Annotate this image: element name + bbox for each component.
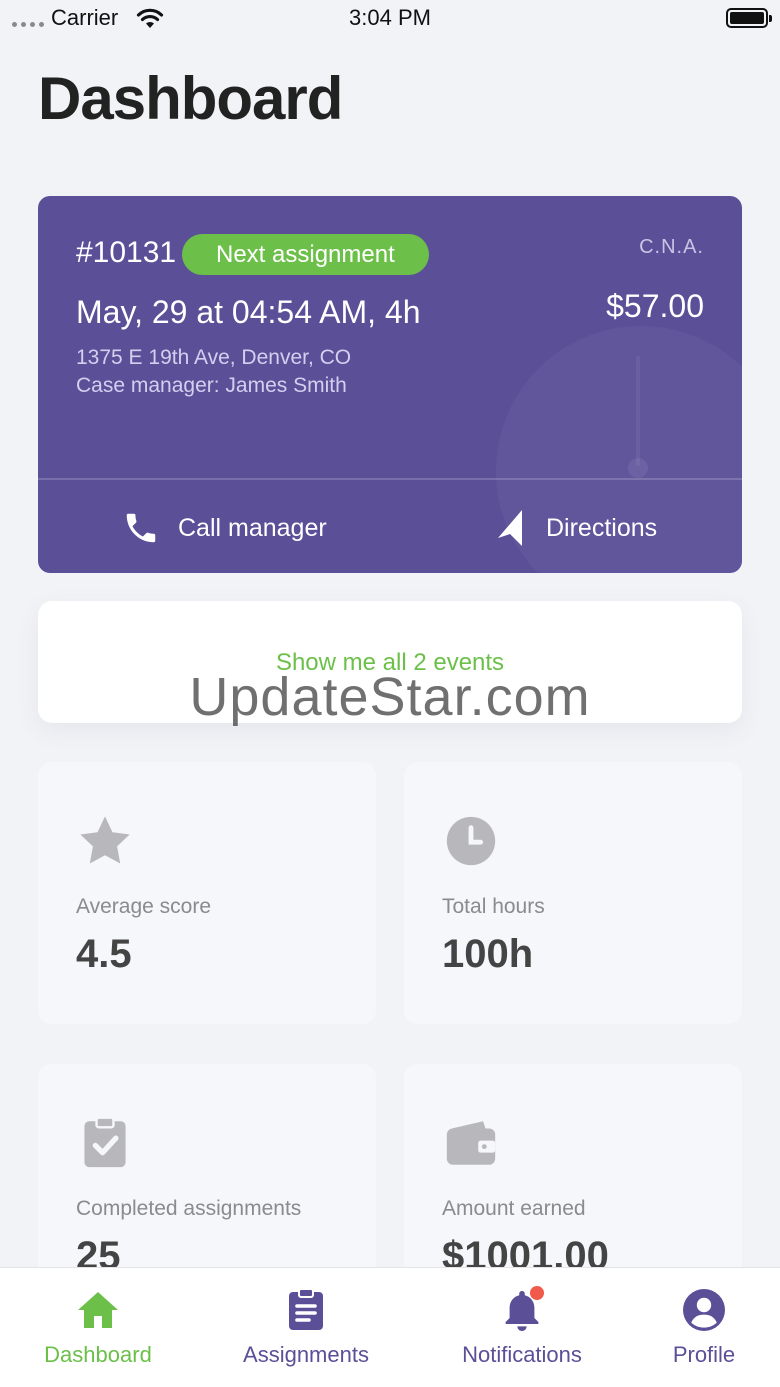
call-manager-label: Call manager [178, 513, 327, 542]
show-all-events-link[interactable]: Show me all 2 events [38, 649, 742, 677]
tab-label: Dashboard [44, 1342, 152, 1367]
next-assignment-badge: Next assignment [182, 234, 429, 275]
tab-dashboard[interactable]: Dashboard [28, 1286, 168, 1368]
events-card: Show me all 2 events [38, 601, 742, 723]
status-time: 3:04 PM [349, 5, 431, 30]
user-icon [683, 1289, 725, 1331]
stat-label: Amount earned [442, 1197, 586, 1220]
status-bar: Carrier 3:04 PM [0, 0, 780, 40]
tab-notifications[interactable]: Notifications [442, 1286, 602, 1368]
navigation-arrow-icon [498, 510, 522, 546]
clipboard-list-icon [289, 1288, 323, 1330]
clipboard-check-icon [84, 1116, 126, 1168]
stat-label: Completed assignments [76, 1197, 302, 1220]
stat-value: 100h [442, 932, 534, 976]
tab-label: Assignments [243, 1342, 369, 1367]
assignment-price: $57.00 [606, 288, 704, 324]
card-divider [38, 478, 742, 480]
page-title: Dashboard [38, 65, 343, 132]
stat-label: Average score [76, 895, 212, 918]
next-assignment-card[interactable]: #10131 Next assignment C.N.A. May, 29 at… [38, 196, 742, 573]
call-manager-button[interactable]: Call manager [122, 506, 327, 550]
tab-profile[interactable]: Profile [644, 1286, 764, 1368]
stat-card-average-score: Average score 4.5 [38, 762, 376, 1024]
stat-label: Total hours [442, 895, 545, 918]
star-icon [80, 816, 130, 864]
tab-label: Profile [672, 1342, 736, 1367]
wallet-icon [446, 1121, 496, 1165]
phone-icon [126, 513, 156, 543]
directions-label: Directions [546, 513, 658, 542]
case-manager: Case manager: James Smith [76, 374, 347, 397]
battery-icon [726, 8, 772, 28]
assignment-role: C.N.A. [639, 236, 704, 258]
tab-label: Notifications [462, 1342, 582, 1367]
assignment-id: #10131 [76, 236, 177, 269]
stat-card-total-hours: Total hours 100h [404, 762, 742, 1024]
assignment-datetime: May, 29 at 04:54 AM, 4h [76, 294, 421, 330]
assignment-address: 1375 E 19th Ave, Denver, CO [76, 346, 352, 369]
clock-icon [446, 816, 496, 866]
tab-bar: Dashboard Assignments Notifications Prof… [0, 1267, 780, 1387]
directions-button[interactable]: Directions [494, 506, 657, 550]
tab-assignments[interactable]: Assignments [226, 1286, 386, 1368]
stat-value: 4.5 [76, 932, 132, 976]
home-icon [78, 1292, 118, 1328]
notification-badge [530, 1286, 544, 1300]
